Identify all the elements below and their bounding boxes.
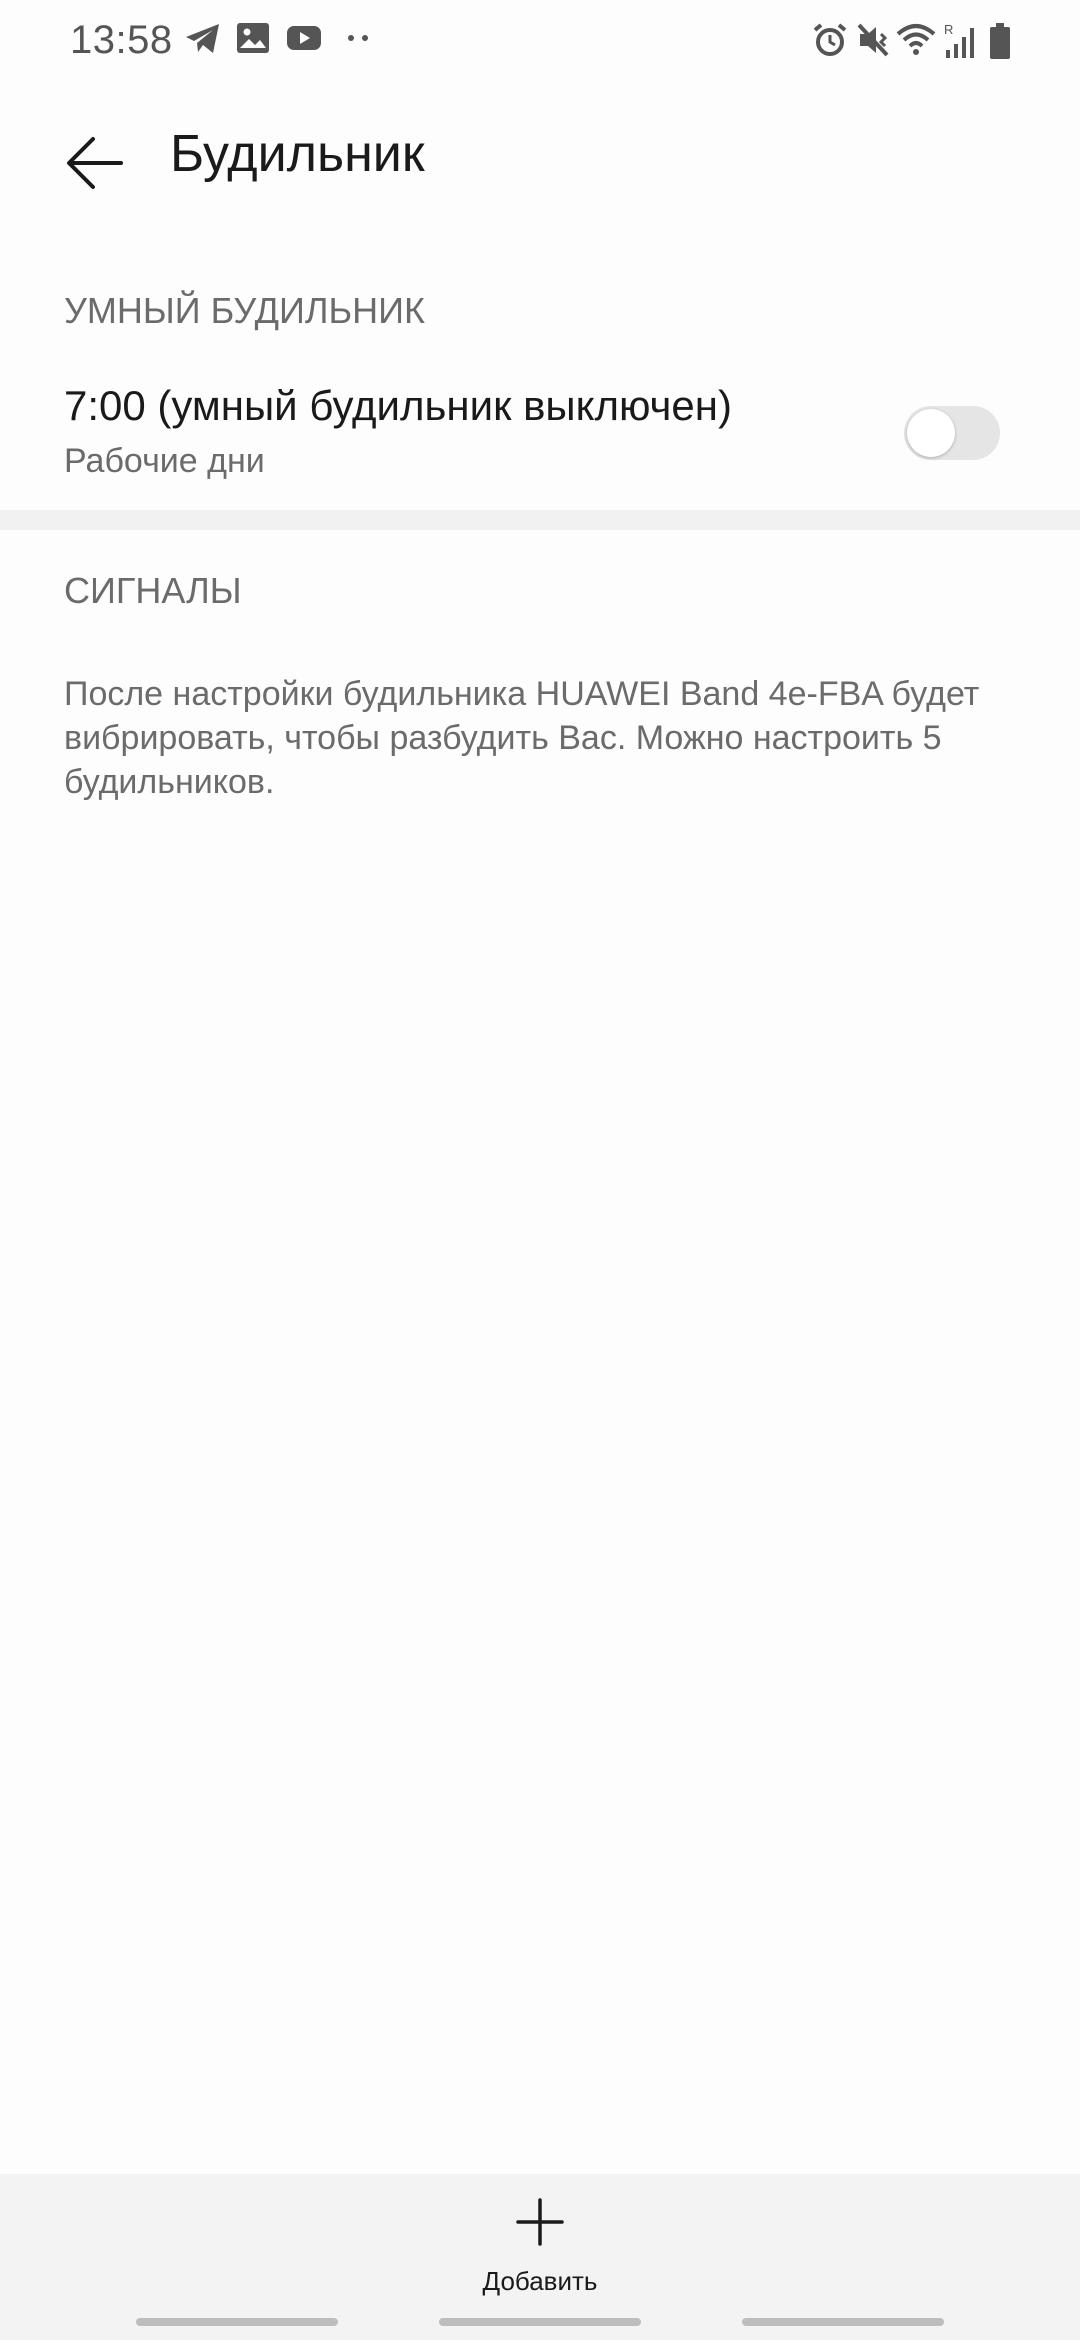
telegram-icon [186, 24, 219, 53]
page-title: Будильник [170, 125, 425, 183]
signals-section-title: СИГНАЛЫ [64, 570, 242, 611]
nav-recents-handle[interactable] [136, 2318, 338, 2326]
smart-alarm-time: 7:00 (умный будильник выключен) [64, 382, 732, 429]
nav-home-handle[interactable] [439, 2318, 641, 2326]
vibrate-icon [857, 23, 889, 57]
smart-alarm-section-title: УМНЫЙ БУДИЛЬНИК [64, 290, 426, 331]
smart-alarm-repeat: Рабочие дни [64, 442, 265, 480]
roaming-label: R [944, 22, 953, 37]
section-divider [0, 510, 1080, 530]
add-alarm-button[interactable]: Добавить [440, 2174, 640, 2300]
plus-icon [516, 2198, 564, 2246]
add-alarm-label: Добавить [482, 2266, 598, 2296]
more-notifications-icon [348, 35, 368, 41]
smart-alarm-toggle[interactable] [904, 406, 1000, 460]
system-navigation-bar [0, 2300, 1080, 2340]
battery-icon [990, 23, 1010, 59]
app-bar: Будильник [0, 84, 1080, 234]
signals-description: После настройки будильника HUAWEI Band 4… [64, 675, 980, 801]
bottom-action-bar: Добавить [0, 2174, 1080, 2300]
status-time: 13:58 [70, 18, 173, 62]
toggle-knob [907, 409, 955, 457]
back-button[interactable] [48, 116, 142, 210]
alarm-icon [813, 23, 847, 56]
gallery-icon [237, 23, 269, 53]
smart-alarm-row[interactable]: 7:00 (умный будильник выключен) Рабочие … [0, 360, 1080, 510]
status-bar: 13:58 R [0, 0, 1080, 84]
youtube-icon [287, 26, 321, 50]
back-arrow-icon [67, 137, 123, 189]
wifi-icon [896, 24, 936, 55]
nav-back-handle[interactable] [742, 2318, 944, 2326]
signal-roaming-icon: R [944, 22, 974, 58]
